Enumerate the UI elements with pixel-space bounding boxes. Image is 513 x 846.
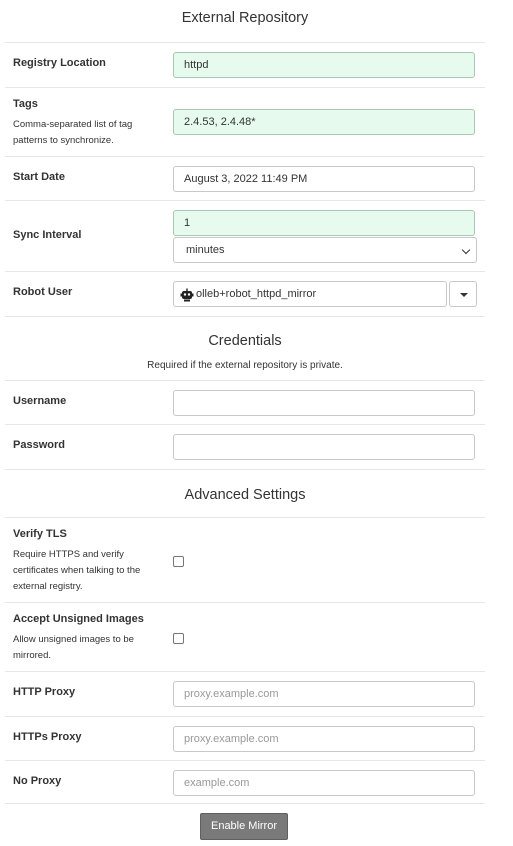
row-sync-interval: Sync Interval 1 minutes — [5, 200, 485, 271]
row-registry-location: Registry Location httpd — [5, 42, 485, 87]
https-proxy-label: HTTPs Proxy — [13, 731, 82, 743]
no-proxy-label: No Proxy — [13, 775, 62, 787]
robot-icon — [180, 288, 194, 302]
http-proxy-label: HTTP Proxy — [13, 686, 76, 698]
username-input[interactable] — [173, 390, 475, 416]
verify-tls-label: Verify TLS — [13, 528, 67, 540]
robot-user-input[interactable]: olleb+robot_httpd_mirror — [173, 281, 447, 307]
row-https-proxy: HTTPs Proxy proxy.example.com — [5, 716, 485, 760]
accept-unsigned-label: Accept Unsigned Images — [13, 613, 144, 625]
verify-tls-checkbox[interactable] — [173, 556, 184, 567]
robot-user-value: olleb+robot_httpd_mirror — [196, 288, 317, 300]
row-start-date: Start Date August 3, 2022 11:49 PM — [5, 156, 485, 200]
row-no-proxy: No Proxy example.com — [5, 760, 485, 804]
section-title-advanced-settings: Advanced Settings — [184, 487, 306, 503]
registry-location-input[interactable]: httpd — [173, 52, 475, 78]
accept-unsigned-help: Allow unsigned images to be mirrored. — [13, 634, 134, 661]
row-advanced-header: Advanced Settings — [5, 469, 485, 517]
sync-interval-unit-select[interactable]: minutes — [173, 237, 477, 263]
start-date-label: Start Date — [13, 171, 65, 183]
caret-down-icon — [460, 293, 468, 297]
robot-user-dropdown-button[interactable] — [449, 281, 477, 307]
row-credentials-header: Credentials Required if the external rep… — [5, 316, 485, 380]
row-robot-user: Robot User olleb+robot_httpd_mirror — [5, 271, 485, 316]
row-username: Username — [5, 380, 485, 424]
tags-label: Tags — [13, 98, 38, 110]
robot-user-label: Robot User — [13, 286, 73, 298]
start-date-input[interactable]: August 3, 2022 11:49 PM — [173, 166, 475, 192]
sync-interval-label: Sync Interval — [13, 229, 82, 241]
row-accept-unsigned: Accept Unsigned Images Allow unsigned im… — [5, 602, 485, 671]
http-proxy-input[interactable]: proxy.example.com — [173, 681, 475, 707]
accept-unsigned-checkbox[interactable] — [173, 633, 184, 644]
section-title-external-repository: External Repository — [181, 10, 309, 26]
row-password: Password — [5, 424, 485, 469]
tags-input[interactable]: 2.4.53, 2.4.48* — [173, 109, 475, 135]
verify-tls-help: Require HTTPS and verify certificates wh… — [13, 549, 141, 592]
row-tags: Tags Comma-separated list of tag pattern… — [5, 87, 485, 156]
username-label: Username — [13, 395, 67, 407]
password-input[interactable] — [173, 434, 475, 460]
sync-interval-input[interactable]: 1 — [173, 210, 475, 236]
no-proxy-input[interactable]: example.com — [173, 770, 475, 796]
enable-mirror-button[interactable]: Enable Mirror — [200, 813, 288, 840]
password-label: Password — [13, 439, 65, 451]
tags-help: Comma-separated list of tag patterns to … — [13, 119, 133, 146]
row-verify-tls: Verify TLS Require HTTPS and verify cert… — [5, 517, 485, 602]
row-http-proxy: HTTP Proxy proxy.example.com — [5, 671, 485, 716]
section-title-credentials: Credentials — [208, 333, 282, 349]
https-proxy-input[interactable]: proxy.example.com — [173, 726, 475, 752]
registry-location-label: Registry Location — [13, 57, 106, 69]
chevron-down-icon — [461, 245, 471, 255]
credentials-subtitle: Required if the external repository is p… — [147, 360, 343, 371]
sync-interval-unit-value: minutes — [186, 244, 225, 256]
